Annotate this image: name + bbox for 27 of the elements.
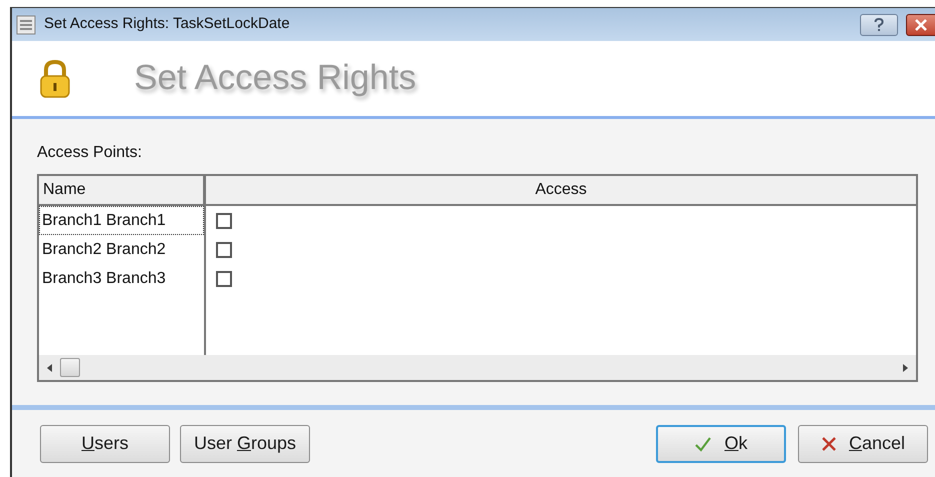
access-checkbox[interactable] bbox=[216, 242, 232, 258]
table-cell[interactable]: Branch3 Branch3 bbox=[39, 264, 204, 293]
padlock-icon bbox=[38, 58, 72, 98]
ok-button[interactable]: Ok bbox=[656, 424, 786, 462]
dialog-button[interactable]: User Groups bbox=[180, 424, 310, 462]
horizontal-scrollbar[interactable] bbox=[39, 355, 916, 380]
window-title: Set Access Rights: TaskSetLockDate bbox=[44, 14, 291, 34]
access-checkbox[interactable] bbox=[216, 212, 232, 228]
menu-icon bbox=[16, 14, 36, 34]
table-cell[interactable]: Branch1 Branch1 bbox=[39, 206, 204, 235]
access-checkbox[interactable] bbox=[216, 270, 232, 286]
dialog-button[interactable]: Users bbox=[40, 424, 170, 462]
column-header[interactable]: Access bbox=[206, 176, 916, 204]
access-points-label: Access Points: bbox=[37, 143, 143, 163]
close-button[interactable] bbox=[906, 14, 935, 36]
table-cell[interactable]: Branch2 Branch2 bbox=[39, 235, 204, 264]
help-icon bbox=[874, 18, 884, 32]
close-icon bbox=[914, 18, 928, 30]
checkmark-icon bbox=[694, 436, 712, 452]
right-arrow-icon bbox=[903, 364, 908, 372]
header-title: Set Access Rights bbox=[134, 57, 416, 100]
help-button[interactable] bbox=[860, 14, 898, 36]
left-arrow-icon bbox=[47, 364, 52, 372]
close-icon bbox=[820, 436, 837, 452]
cancel-button[interactable]: Cancel bbox=[798, 424, 928, 462]
column-header[interactable]: Name bbox=[39, 176, 206, 204]
scrollbar-thumb[interactable] bbox=[60, 358, 80, 377]
